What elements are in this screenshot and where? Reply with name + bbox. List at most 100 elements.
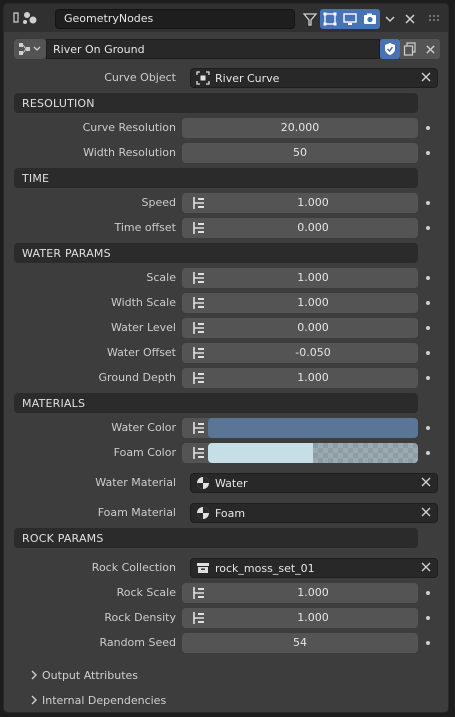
node-group-name-field[interactable]: River On Ground — [46, 39, 380, 59]
keyframe-dot-icon[interactable] — [426, 301, 430, 305]
node-group-browse-button[interactable] — [14, 39, 46, 59]
section-materials[interactable]: MATERIALS — [14, 393, 418, 413]
foam-color-swatch[interactable] — [208, 443, 418, 463]
keyframe-dot-icon[interactable] — [426, 226, 430, 230]
curve-resolution-field[interactable]: 20.000 — [182, 118, 418, 138]
width-scale-row: Width Scale 1.000 — [4, 292, 448, 314]
ground-depth-label: Ground Depth — [98, 371, 176, 384]
object-icon — [196, 71, 210, 85]
keyframe-dot-icon[interactable] — [426, 376, 430, 380]
section-water-params[interactable]: WATER PARAMS — [14, 243, 418, 263]
width-resolution-field[interactable]: 50 — [182, 143, 418, 163]
node-socket-icon[interactable] — [190, 445, 208, 461]
keyframe-dot-icon[interactable] — [426, 276, 430, 280]
modifier-name-field[interactable]: GeometryNodes — [55, 9, 295, 29]
scale-field[interactable]: 1.000 — [208, 268, 418, 288]
node-socket-icon[interactable] — [190, 345, 208, 361]
drag-grip-icon[interactable] — [428, 14, 442, 24]
modifier-header: GeometryNodes — [4, 4, 448, 32]
speed-label: Speed — [141, 196, 176, 209]
clear-icon[interactable] — [419, 505, 433, 519]
chevron-down-icon[interactable] — [380, 9, 400, 29]
show-on-cage-icon[interactable] — [320, 9, 340, 29]
keyframe-dot-icon[interactable] — [426, 426, 430, 430]
time-offset-row: Time offset 0.000 — [4, 217, 448, 239]
keyframe-dot-icon[interactable] — [426, 641, 430, 645]
time-offset-field[interactable]: 0.000 — [208, 218, 418, 238]
foam-material-row: Foam Material Foam — [4, 502, 448, 524]
rock-collection-label: Rock Collection — [91, 561, 176, 574]
keyframe-dot-icon[interactable] — [426, 591, 430, 595]
output-attributes-subpanel[interactable]: Output Attributes — [4, 665, 448, 685]
water-level-field[interactable]: 0.000 — [208, 318, 418, 338]
node-group-selector: River On Ground — [4, 38, 448, 60]
water-level-row: Water Level 0.000 — [4, 317, 448, 339]
scale-label: Scale — [146, 271, 176, 284]
width-scale-field[interactable]: 1.000 — [208, 293, 418, 313]
rock-collection-value: rock_moss_set_01 — [215, 562, 315, 575]
show-in-editmode-icon[interactable] — [300, 9, 320, 29]
close-icon[interactable] — [420, 39, 440, 59]
internal-dependencies-subpanel[interactable]: Internal Dependencies — [4, 690, 448, 710]
water-material-row: Water Material Water — [4, 472, 448, 494]
node-socket-icon[interactable] — [190, 320, 208, 336]
clear-icon[interactable] — [419, 70, 433, 84]
time-offset-label: Time offset — [114, 221, 176, 234]
section-time[interactable]: TIME — [14, 168, 418, 188]
width-resolution-label: Width Resolution — [83, 146, 176, 159]
node-socket-icon[interactable] — [190, 585, 208, 601]
water-material-label: Water Material — [95, 476, 176, 489]
node-socket-icon[interactable] — [190, 195, 208, 211]
section-rock-params[interactable]: ROCK PARAMS — [14, 528, 418, 548]
node-socket-icon[interactable] — [190, 270, 208, 286]
material-icon — [197, 477, 209, 489]
section-resolution[interactable]: RESOLUTION — [14, 93, 418, 113]
clear-icon[interactable] — [419, 475, 433, 489]
collection-box-icon — [197, 563, 209, 573]
chevron-right-icon — [31, 670, 37, 680]
material-icon — [197, 507, 209, 519]
speed-row: Speed 1.000 — [4, 192, 448, 214]
keyframe-dot-icon[interactable] — [426, 451, 430, 455]
foam-color-label: Foam Color — [113, 446, 176, 459]
rock-scale-field[interactable]: 1.000 — [208, 583, 418, 603]
keyframe-dot-icon[interactable] — [426, 126, 430, 130]
rock-density-field[interactable]: 1.000 — [208, 608, 418, 628]
keyframe-dot-icon[interactable] — [426, 326, 430, 330]
ground-depth-field[interactable]: 1.000 — [208, 368, 418, 388]
node-socket-icon[interactable] — [190, 295, 208, 311]
rock-collection-field[interactable]: rock_moss_set_01 — [190, 558, 438, 578]
duplicate-icon[interactable] — [400, 39, 420, 59]
clear-icon[interactable] — [419, 560, 433, 574]
width-scale-label: Width Scale — [110, 296, 176, 309]
random-seed-field[interactable]: 54 — [182, 633, 418, 653]
ground-depth-row: Ground Depth 1.000 — [4, 367, 448, 389]
water-material-field[interactable]: Water — [190, 473, 438, 493]
water-offset-field[interactable]: -0.050 — [208, 343, 418, 363]
random-seed-row: Random Seed 54 — [4, 632, 448, 654]
keyframe-dot-icon[interactable] — [426, 201, 430, 205]
rock-density-row: Rock Density 1.000 — [4, 607, 448, 629]
render-icon[interactable] — [360, 9, 380, 29]
wrench-icon[interactable] — [11, 10, 41, 26]
rock-collection-row: Rock Collection rock_moss_set_01 — [4, 557, 448, 579]
node-socket-icon[interactable] — [190, 420, 208, 436]
speed-field[interactable]: 1.000 — [208, 193, 418, 213]
keyframe-dot-icon[interactable] — [426, 151, 430, 155]
curve-object-field[interactable]: River Curve — [190, 68, 438, 88]
random-seed-label: Random Seed — [99, 636, 176, 649]
node-socket-icon[interactable] — [190, 220, 208, 236]
keyframe-dot-icon[interactable] — [426, 351, 430, 355]
realtime-display-icon[interactable] — [340, 9, 360, 29]
foam-color-row: Foam Color — [4, 442, 448, 464]
close-icon[interactable] — [400, 9, 420, 29]
water-level-label: Water Level — [110, 321, 176, 334]
foam-material-field[interactable]: Foam — [190, 503, 438, 523]
node-socket-icon[interactable] — [190, 610, 208, 626]
chevron-right-icon — [31, 695, 37, 705]
water-color-swatch[interactable] — [208, 418, 418, 438]
node-socket-icon[interactable] — [190, 370, 208, 386]
rock-scale-row: Rock Scale 1.000 — [4, 582, 448, 604]
keyframe-dot-icon[interactable] — [426, 616, 430, 620]
fake-user-shield-icon[interactable] — [380, 39, 400, 59]
